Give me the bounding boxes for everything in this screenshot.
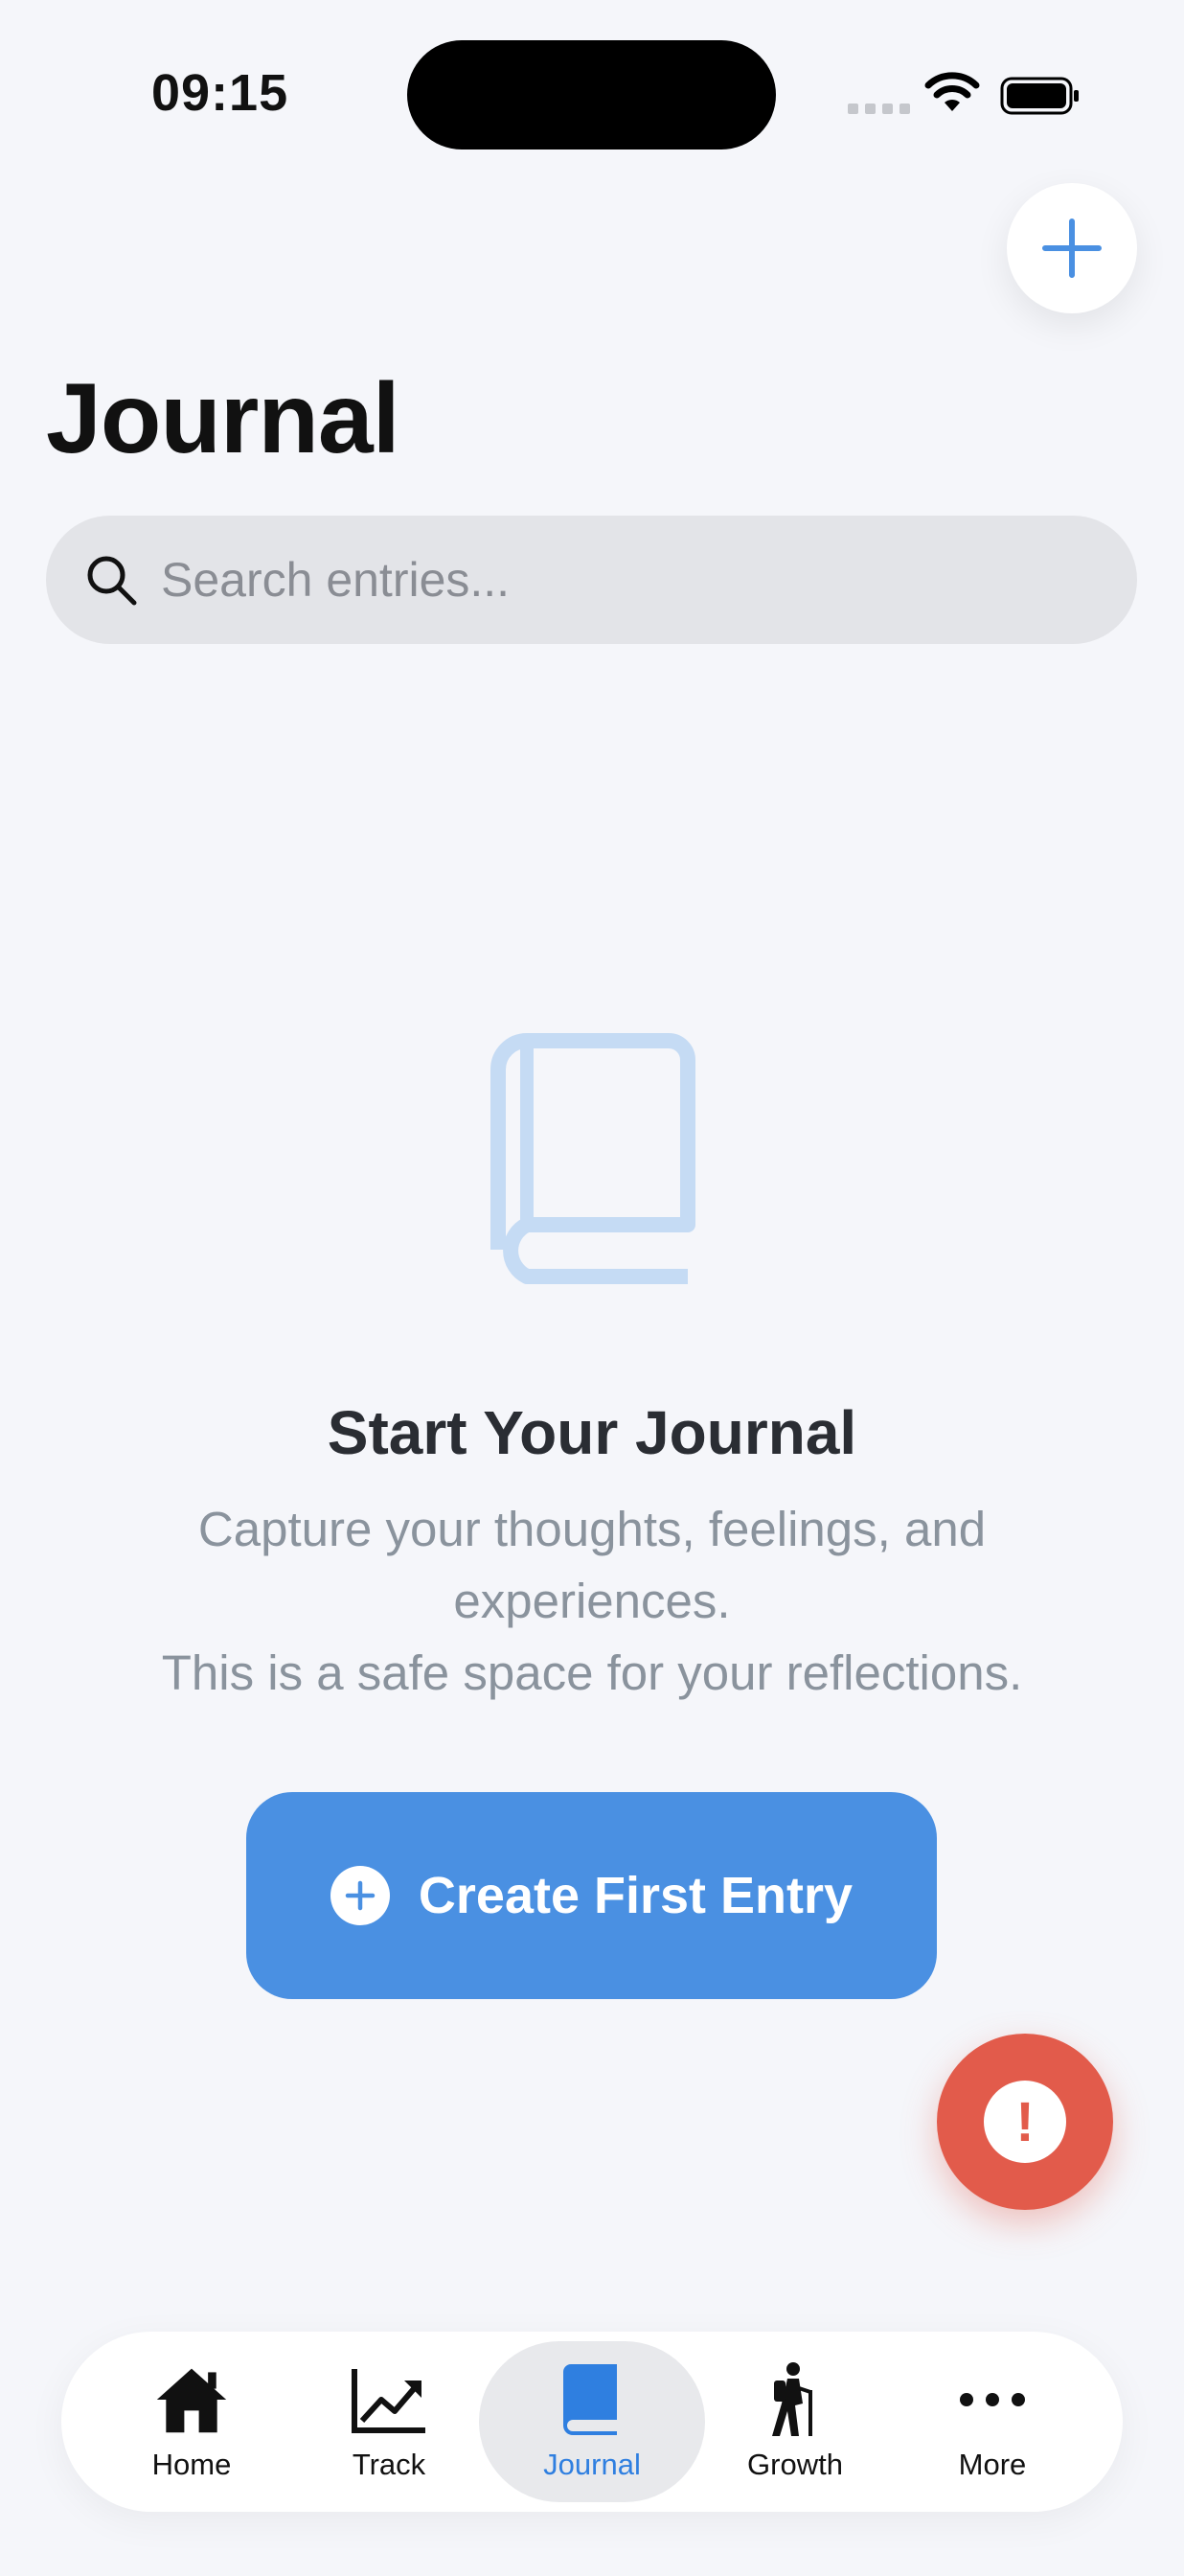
plus-icon [1042,218,1102,278]
status-time: 09:15 [151,64,289,122]
tab-label: More [958,2448,1027,2481]
tab-label: Journal [543,2448,641,2481]
create-first-entry-label: Create First Entry [418,1867,854,1924]
ellipsis-icon [954,2361,1031,2438]
search-icon [87,556,137,606]
tab-label: Home [151,2448,232,2481]
tab-home[interactable]: Home [90,2332,293,2512]
chart-trend-icon [351,2361,427,2438]
search-input[interactable] [159,551,1025,609]
cellular-signal-icon [848,104,910,114]
home-icon [153,2361,230,2438]
tab-bar: Home Track Journal Growth More [61,2332,1123,2512]
plus-circle-icon [330,1866,390,1925]
book-icon [554,2361,630,2438]
empty-state-description: Capture your thoughts, feelings, and exp… [96,1493,1088,1709]
tab-label: Track [352,2448,426,2481]
tab-journal[interactable]: Journal [479,2341,705,2502]
tab-more[interactable]: More [891,2332,1094,2512]
tab-label: Growth [747,2448,843,2481]
page-title: Journal [46,363,400,474]
exclamation-icon: ! [984,2081,1066,2163]
alert-button[interactable]: ! [937,2034,1113,2210]
battery-icon [1000,77,1079,115]
dynamic-island [407,40,776,150]
tab-track[interactable]: Track [287,2332,490,2512]
add-entry-button[interactable] [1007,183,1137,313]
empty-state-line: Capture your thoughts, feelings, and [197,1502,987,1556]
empty-state-title: Start Your Journal [327,1398,857,1467]
hiker-icon [757,2361,833,2438]
wifi-icon [924,72,980,111]
create-first-entry-button[interactable]: Create First Entry [246,1792,937,1999]
empty-state-line: This is a safe space for your reflection… [161,1645,1023,1700]
search-bar[interactable] [46,516,1137,644]
empty-state-line: experiences. [453,1574,731,1628]
tab-growth[interactable]: Growth [694,2332,897,2512]
book-icon [490,1033,695,1284]
